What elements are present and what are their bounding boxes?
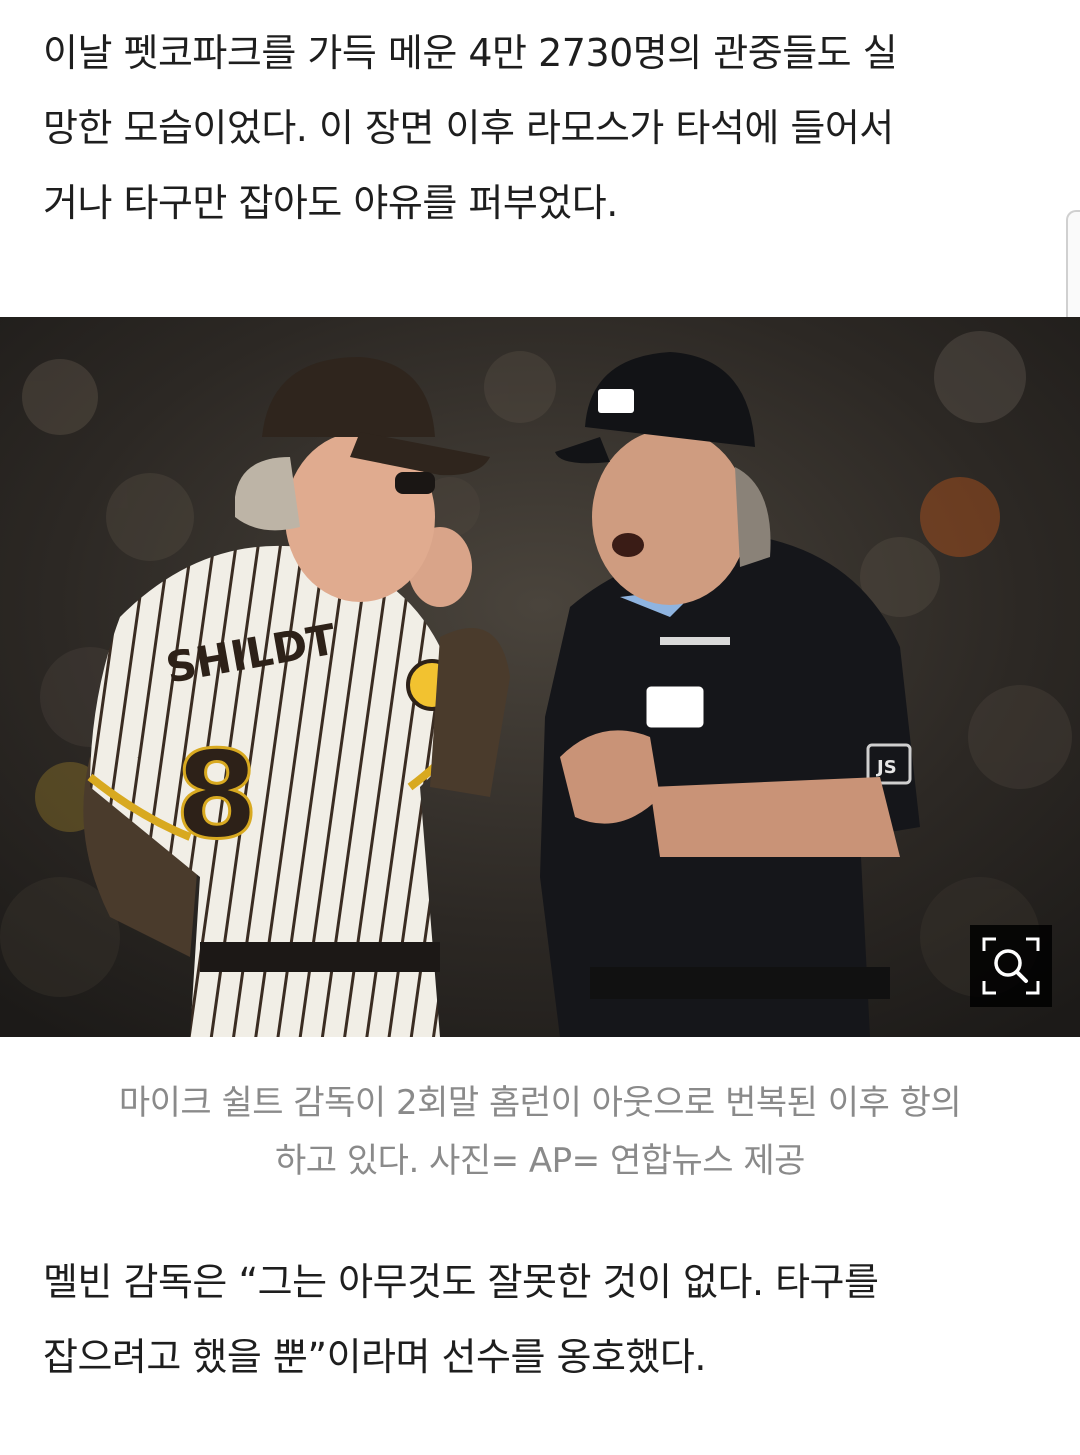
jersey-number: 8 — [175, 727, 259, 866]
caption-line: 하고 있다. 사진= AP= 연합뉴스 제공 — [275, 1141, 805, 1181]
photo-illustration: SHILDT 8 JS — [0, 317, 1080, 1037]
article-paragraph-bottom: 멜빈 감독은 “그는 아무것도 잘못한 것이 없다. 타구를 잡으려고 했을 뿐… — [43, 1245, 1040, 1395]
zoom-search-icon — [982, 937, 1040, 995]
photo-caption: 마이크 쉴트 감독이 2회말 홈런이 아웃으로 번복된 이후 항의 하고 있다.… — [40, 1074, 1040, 1190]
caption-line: 마이크 쉴트 감독이 2회말 홈런이 아웃으로 번복된 이후 항의 — [118, 1083, 962, 1123]
paragraph-line: 이날 펫코파크를 가득 메운 4만 2730명의 관중들도 실 — [43, 31, 898, 75]
umpire-patch: JS — [875, 757, 897, 778]
article-paragraph-top: 이날 펫코파크를 가득 메운 4만 2730명의 관중들도 실 망한 모습이었다… — [43, 16, 1040, 241]
paragraph-line: 거나 타구만 잡아도 야유를 퍼부었다. — [43, 181, 618, 225]
article-photo[interactable]: SHILDT 8 JS — [0, 317, 1080, 1037]
paragraph-line: 멜빈 감독은 “그는 아무것도 잘못한 것이 없다. 타구를 — [43, 1260, 879, 1304]
paragraph-line: 잡으려고 했을 뿐”이라며 선수를 옹호했다. — [43, 1335, 706, 1379]
paragraph-line: 망한 모습이었다. 이 장면 이후 라모스가 타석에 들어서 — [43, 106, 894, 150]
zoom-button[interactable] — [970, 925, 1052, 1007]
